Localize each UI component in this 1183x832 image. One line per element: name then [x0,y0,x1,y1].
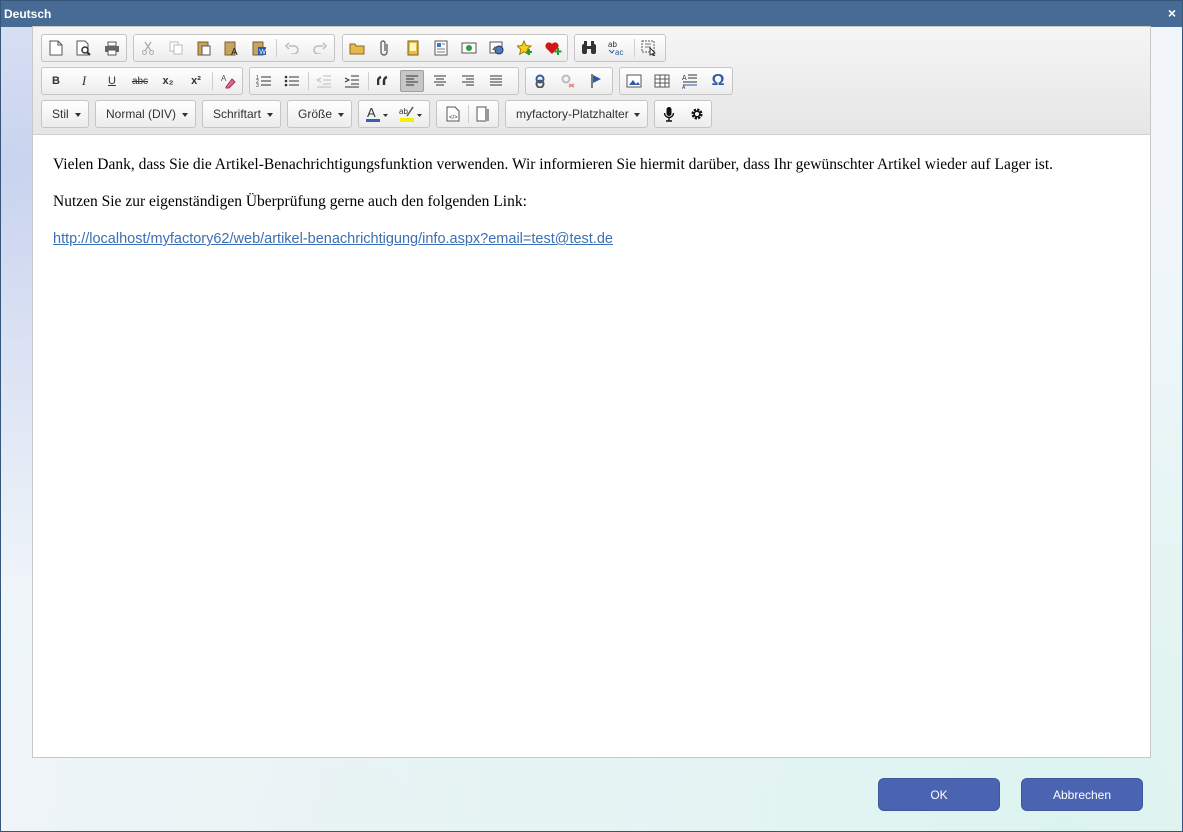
superscript-button[interactable]: x² [185,71,207,91]
editor-content[interactable]: Vielen Dank, dass Sie die Artikel-Benach… [53,155,1133,266]
placeholder-dropdown-label: myfactory-Platzhalter [516,107,629,121]
link-icon[interactable] [529,71,551,91]
svg-text:A: A [231,47,238,56]
paste-icon[interactable] [193,38,215,58]
numbered-list-icon[interactable]: 123 [253,71,275,91]
rich-text-editor: A W ab ac B I U abc x₂ x² A 1 2 3 A A Ω … [32,26,1151,758]
svg-text:W: W [259,49,266,56]
chevron-down-icon [182,113,188,117]
special-character-icon[interactable]: Ω [707,71,729,91]
subscript-button[interactable]: x₂ [157,71,179,91]
gear-icon[interactable] [686,104,708,124]
placeholder-dropdown[interactable]: myfactory-Platzhalter [505,100,648,128]
text-layout-icon[interactable]: AA [679,71,701,91]
size-dropdown[interactable]: Größe [287,100,352,128]
paste-text-icon[interactable]: A [221,38,243,58]
chevron-down-icon [634,113,640,117]
align-left-icon[interactable] [400,70,424,92]
svg-text:A: A [367,105,376,120]
spellcheck-icon[interactable]: ab ac [606,38,628,58]
content-paragraph: Nutzen Sie zur eigenständigen Überprüfun… [53,193,527,210]
style-dropdown-label: Stil [52,107,69,121]
source-group: </> [436,100,499,128]
editor-toolbar: A W ab ac B I U abc x₂ x² A 1 2 3 A A Ω … [33,27,1150,135]
bullet-list-icon[interactable] [281,71,303,91]
strikethrough-button[interactable]: abc [129,71,151,91]
format-dropdown[interactable]: Normal (DIV) [95,100,196,128]
font-dropdown[interactable]: Schriftart [202,100,281,128]
link-group [525,67,613,95]
cancel-button[interactable]: Abbrechen [1021,778,1143,811]
document-group [41,34,127,62]
font-dropdown-label: Schriftart [213,107,262,121]
source-code-icon[interactable]: </> [442,104,464,124]
chevron-down-icon [267,113,273,117]
unlink-icon[interactable] [557,71,579,91]
insert-picture-icon[interactable] [486,38,508,58]
paragraph-group: 123 [249,67,519,95]
indent-icon[interactable] [341,71,363,91]
text-format-group: B I U abc x₂ x² A [41,67,243,95]
add-favorite-icon[interactable] [514,38,536,58]
blockquote-icon[interactable] [373,71,395,91]
show-blocks-icon[interactable] [472,104,494,124]
find-icon[interactable] [578,38,600,58]
italic-button[interactable]: I [73,71,95,91]
search-group: ab ac [574,34,666,62]
underline-button[interactable]: U [101,71,123,91]
table-icon[interactable] [651,71,673,91]
insert-object-group: AA Ω [619,67,733,95]
outdent-icon[interactable] [313,71,335,91]
text-color-icon[interactable]: A [362,104,392,124]
style-dropdown[interactable]: Stil [41,100,89,128]
insert-media-icon[interactable] [458,38,480,58]
voice-settings-group [654,100,712,128]
anchor-flag-icon[interactable] [585,71,607,91]
insert-group [342,34,568,62]
color-group: A ab [358,100,430,128]
close-icon[interactable]: × [1168,6,1176,20]
title-bar: Deutsch × [1,1,1182,27]
content-link[interactable]: http://localhost/myfactory62/web/artikel… [53,231,613,247]
undo-icon[interactable] [281,38,303,58]
chevron-down-icon [75,113,81,117]
svg-text:A: A [682,85,686,89]
align-justify-icon[interactable] [485,71,507,91]
microphone-icon[interactable] [658,104,680,124]
open-folder-icon[interactable] [346,38,368,58]
svg-text:3: 3 [256,83,259,88]
preview-icon[interactable] [73,38,95,58]
cut-icon[interactable] [137,38,159,58]
favorite-heart-icon[interactable] [542,38,564,58]
document-properties-icon[interactable] [430,38,452,58]
size-dropdown-label: Größe [298,107,333,121]
format-dropdown-label: Normal (DIV) [106,107,177,121]
select-all-icon[interactable] [638,38,660,58]
copy-icon[interactable] [165,38,187,58]
svg-text:A: A [221,74,227,83]
dialog-window: Deutsch × A W ab ac B I U abc x₂ x² A 1 … [0,0,1183,832]
align-right-icon[interactable] [457,71,479,91]
highlight-color-icon[interactable]: ab [396,104,426,124]
remove-format-icon[interactable]: A [217,71,239,91]
image-icon[interactable] [623,71,645,91]
ok-button[interactable]: OK [878,778,1000,811]
svg-text:A: A [682,75,687,82]
align-center-icon[interactable] [429,71,451,91]
paste-word-icon[interactable]: W [249,38,271,58]
template-icon[interactable] [402,38,424,58]
attachment-icon[interactable] [374,38,396,58]
svg-text:</>: </> [449,115,458,121]
bold-button[interactable]: B [45,71,67,91]
chevron-down-icon [338,113,344,117]
svg-text:ac: ac [615,48,623,56]
window-title: Deutsch [4,7,52,21]
new-page-icon[interactable] [45,38,67,58]
content-paragraph: Vielen Dank, dass Sie die Artikel-Benach… [53,156,1054,173]
redo-icon[interactable] [309,38,331,58]
print-icon[interactable] [101,38,123,58]
clipboard-group: A W [133,34,335,62]
